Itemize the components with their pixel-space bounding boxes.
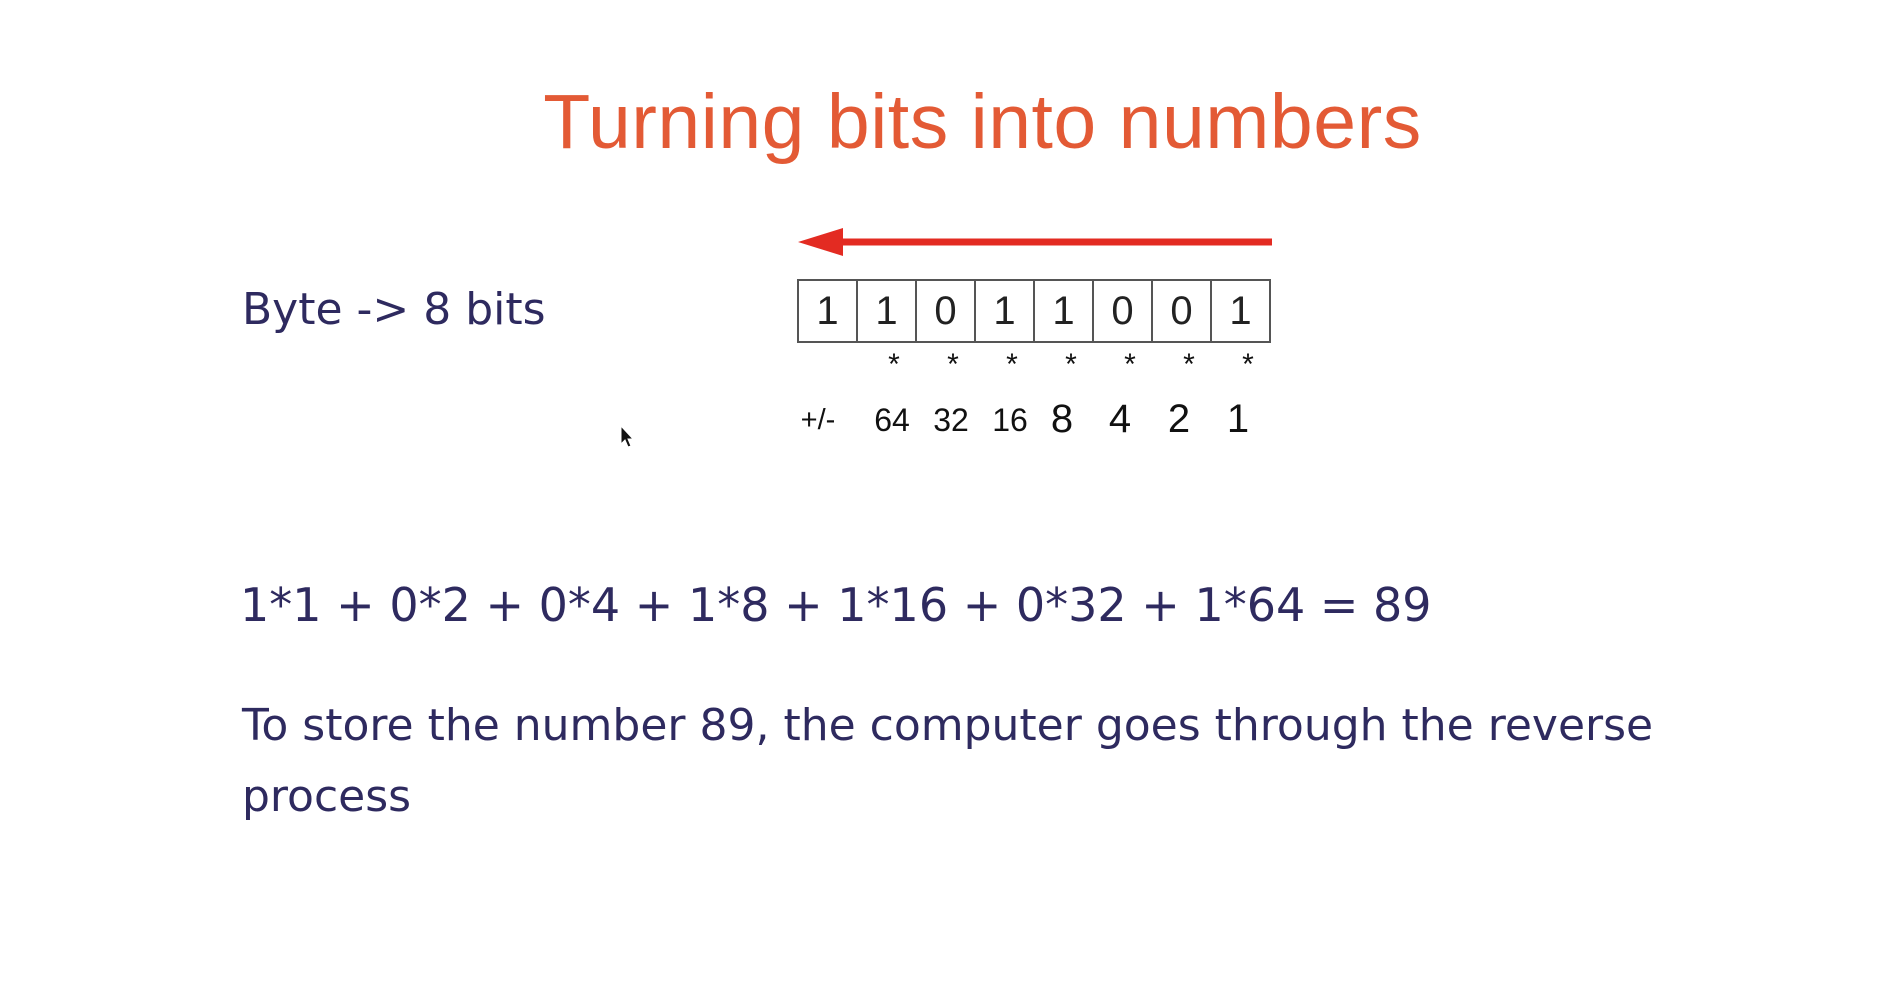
weight-value: 2	[1167, 397, 1191, 441]
binary-formula: 1*1 + 0*2 + 0*4 + 1*8 + 1*16 + 0*32 + 1*…	[240, 578, 1432, 632]
bit-cell: 1	[799, 281, 858, 341]
weight-value: 4	[1108, 397, 1132, 441]
bit-cell: 1	[1035, 281, 1094, 341]
bit-cell: 0	[917, 281, 976, 341]
multiply-star: *	[947, 348, 959, 381]
multiply-star: *	[1124, 348, 1136, 381]
multiply-star: *	[1006, 348, 1018, 381]
weight-value: 8	[1050, 397, 1074, 441]
multiply-star: *	[888, 348, 900, 381]
sign-label: +/-	[800, 404, 836, 436]
bit-cell: 0	[1153, 281, 1212, 341]
weight-value: 1	[1226, 397, 1250, 441]
weight-value: 32	[933, 402, 969, 438]
bit-cell: 1	[1229, 288, 1252, 333]
bit-row: 1 1 0 1 1 0 0 1	[797, 279, 1271, 343]
multiply-star: *	[1183, 348, 1195, 381]
slide: Turning bits into numbers Byte -> 8 bits…	[0, 0, 1886, 1000]
bit-cell: 1	[858, 281, 917, 341]
bit-cell: 0	[1094, 281, 1153, 341]
weight-value: 16	[992, 402, 1028, 438]
slide-title: Turning bits into numbers	[543, 79, 1422, 165]
multiply-star: *	[1065, 348, 1077, 381]
mouse-cursor-icon	[620, 425, 635, 448]
direction-arrow-icon	[798, 228, 1272, 256]
multiply-star: *	[1242, 348, 1254, 381]
weight-value: 64	[874, 402, 910, 438]
bit-cell: 1	[976, 281, 1035, 341]
byte-label: Byte -> 8 bits	[242, 284, 546, 335]
explanation-text: To store the number 89, the computer goe…	[242, 700, 1654, 822]
